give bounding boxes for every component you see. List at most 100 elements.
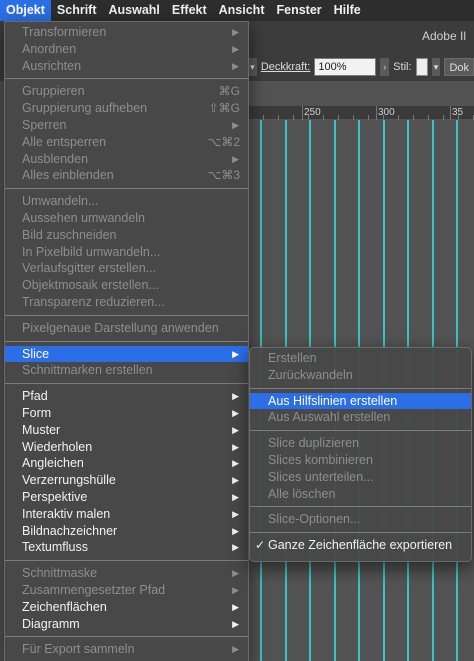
submenu-arrow-icon: ▶: [232, 584, 239, 595]
stil-label: Stil:: [393, 61, 412, 73]
menu-item-label: Umwandeln...: [22, 194, 99, 209]
menu-item-label: Pixelgenaue Darstellung anwenden: [22, 320, 219, 335]
menu-item-fuer-export-sammeln: Für Export sammeln ▶: [5, 641, 248, 658]
menu-item-muster[interactable]: Muster ▶: [5, 422, 248, 439]
menu-item-label: Ausrichten: [22, 58, 82, 73]
menu-item-aussehen-umwandeln: Aussehen umwandeln: [5, 210, 248, 227]
menu-item-label: Transformieren: [22, 25, 107, 39]
menu-item-diagramm[interactable]: Diagramm ▶: [5, 616, 248, 633]
menu-item-label: Zeichenflächen: [22, 599, 107, 614]
menu-separator: [5, 383, 248, 385]
menu-item-verzerrungshuelle[interactable]: Verzerrungshülle ▶: [5, 472, 248, 489]
menu-item-label: Sperren: [22, 117, 67, 132]
menu-item-label: Objektmosaik erstellen...: [22, 278, 159, 293]
menu-item-zeichenflaechen[interactable]: Zeichenflächen ▶: [5, 599, 248, 616]
submenu-arrow-icon: ▶: [232, 508, 239, 519]
menu-item-schnittmarken-erstellen: Schnittmarken erstellen: [5, 362, 248, 379]
menu-item-schnittmaske: Schnittmaske ▶: [5, 565, 248, 582]
slice-item-ganze-zeichenflaeche-exportieren[interactable]: ✓ Ganze Zeichenfläche exportieren: [250, 537, 471, 554]
menu-item-label: Erstellen: [268, 351, 317, 365]
menu-item-perspektive[interactable]: Perspektive ▶: [5, 489, 248, 506]
menu-separator: [250, 532, 471, 534]
menu-separator: [250, 387, 471, 389]
objekt-menu: Transformieren ▶ Anordnen ▶ Ausrichten ▶ Grupp…: [4, 21, 249, 661]
submenu-arrow-icon: ▶: [232, 43, 239, 54]
menu-item-slice[interactable]: Slice ▶: [5, 345, 248, 363]
menu-item-label: Ganze Zeichenfläche exportieren: [268, 538, 453, 553]
menu-item-label: Aus Hilfslinien erstellen: [268, 393, 398, 408]
menu-item-label: Verzerrungshülle: [22, 473, 116, 488]
deckkraft-label[interactable]: Deckkraft:: [261, 61, 311, 73]
menu-item-label: Form: [22, 405, 52, 420]
submenu-arrow-icon: ▶: [232, 525, 239, 536]
menu-item-label: Interaktiv malen: [22, 506, 111, 521]
menu-item-shortcut: ⌘G: [218, 84, 240, 99]
slice-item-aus-hilfslinien-erstellen[interactable]: Aus Hilfslinien erstellen: [250, 392, 471, 410]
menu-item-label: Alle entsperren: [22, 134, 107, 149]
menu-item-bild-zuschneiden: Bild zuschneiden: [5, 227, 248, 244]
submenu-arrow-icon: ▶: [232, 27, 239, 37]
ruler-tick: [302, 106, 303, 120]
menu-item-label: Angleichen: [22, 456, 84, 471]
menu-item-ausrichten: Ausrichten ▶: [5, 58, 248, 75]
menu-item-transparenz-reduzieren: Transparenz reduzieren...: [5, 294, 248, 311]
menu-item-interaktiv-malen[interactable]: Interaktiv malen ▶: [5, 506, 248, 523]
menu-item-label: Pfad: [22, 389, 48, 404]
slice-item-slice-duplizieren: Slice duplizieren: [250, 435, 471, 452]
menu-item-ausblenden: Ausblenden ▶: [5, 151, 248, 168]
slice-item-aus-auswahl-erstellen: Aus Auswahl erstellen: [250, 409, 471, 426]
submenu-arrow-icon: ▶: [232, 458, 239, 469]
menubar-item-ansicht[interactable]: Ansicht: [213, 0, 271, 21]
menubar-item-auswahl[interactable]: Auswahl: [103, 0, 166, 21]
deckkraft-input[interactable]: [314, 58, 377, 76]
menu-item-label: Textumfluss: [22, 540, 88, 555]
menu-item-label: Anordnen: [22, 41, 77, 56]
deckkraft-dropdown-icon[interactable]: ›: [380, 58, 390, 76]
submenu-arrow-icon: ▶: [232, 568, 239, 579]
menubar-item-effekt[interactable]: Effekt: [166, 0, 213, 21]
submenu-arrow-icon: ▶: [232, 475, 239, 486]
menu-item-label: Für Export sammeln: [22, 642, 135, 657]
menu-item-label: Ausblenden: [22, 151, 89, 166]
menu-item-pfad[interactable]: Pfad ▶: [5, 388, 248, 405]
menubar-item-schrift[interactable]: Schrift: [51, 0, 103, 21]
submenu-arrow-icon: ▶: [232, 153, 239, 164]
menu-item-label: Alle löschen: [268, 486, 336, 501]
menu-item-objektmosaik-erstellen: Objektmosaik erstellen...: [5, 277, 248, 294]
menubar-item-hilfe[interactable]: Hilfe: [328, 0, 367, 21]
menu-item-anordnen: Anordnen ▶: [5, 41, 248, 58]
slice-item-erstellen: Erstellen: [250, 350, 471, 367]
menu-item-label: Perspektive: [22, 489, 88, 504]
menu-item-label: Aus Auswahl erstellen: [268, 410, 391, 425]
menubar-item-fenster[interactable]: Fenster: [270, 0, 327, 21]
submenu-arrow-icon: ▶: [232, 441, 239, 452]
menu-bar: Objekt Schrift Auswahl Effekt Ansicht Fe…: [0, 0, 474, 21]
menu-item-umwandeln: Umwandeln...: [5, 193, 248, 210]
ruler-label: 300: [378, 107, 395, 118]
submenu-arrow-icon: ▶: [232, 424, 239, 435]
menu-separator: [5, 314, 248, 316]
menu-item-shortcut: ⇧⌘G: [208, 101, 240, 116]
menubar-item-objekt[interactable]: Objekt: [0, 0, 51, 21]
menu-item-form[interactable]: Form ▶: [5, 405, 248, 422]
menu-separator: [5, 560, 248, 562]
chevron-down-icon[interactable]: ▾: [248, 58, 257, 76]
menu-item-label: Bild zuschneiden: [22, 227, 117, 242]
menu-separator: [5, 340, 248, 342]
menu-item-wiederholen[interactable]: Wiederholen ▶: [5, 439, 248, 456]
horizontal-ruler: 250 300 35: [248, 106, 474, 120]
menu-item-textumfluss[interactable]: Textumfluss ▶: [5, 539, 248, 556]
menu-item-bildnachzeichner[interactable]: Bildnachzeichner ▶: [5, 523, 248, 540]
submenu-arrow-icon: ▶: [232, 119, 239, 130]
menu-item-label: Slices unterteilen...: [268, 469, 374, 484]
menu-item-label: Zusammengesetzter Pfad: [22, 582, 166, 597]
submenu-arrow-icon: ▶: [232, 601, 239, 612]
stil-swatch[interactable]: [415, 58, 428, 76]
menu-separator: [5, 78, 248, 80]
dokument-button[interactable]: Dok: [444, 58, 474, 76]
ruler-tick: [376, 106, 377, 120]
stil-dropdown-icon[interactable]: ▾: [431, 58, 441, 76]
menu-item-label: Verlaufsgitter erstellen...: [22, 261, 157, 276]
menu-item-angleichen[interactable]: Angleichen ▶: [5, 455, 248, 472]
submenu-arrow-icon: ▶: [232, 618, 239, 629]
